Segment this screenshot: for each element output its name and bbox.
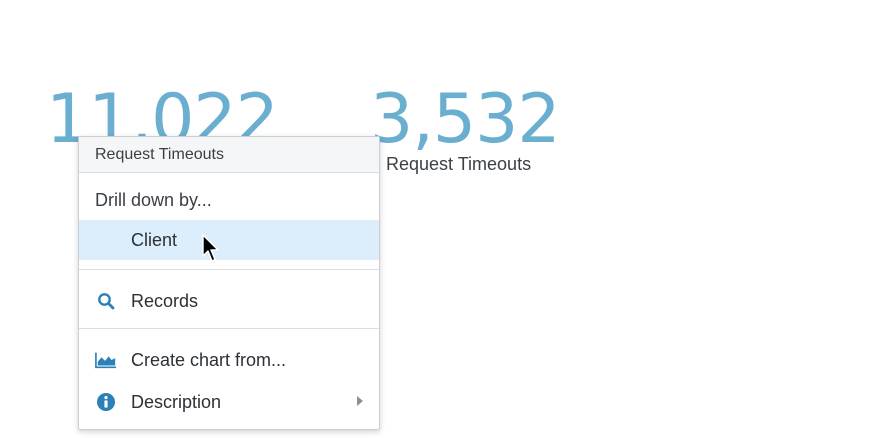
menu-item-client[interactable]: Client (79, 220, 379, 260)
menu-item-create-chart-label: Create chart from... (131, 349, 287, 370)
info-icon (95, 391, 117, 413)
dashboard-canvas: 11,022 3,532 Request Timeouts Request Ti… (0, 0, 890, 438)
drill-down-label: Drill down by... (95, 190, 212, 210)
menu-divider (79, 328, 379, 329)
metric-value-secondary[interactable]: 3,532 (370, 86, 561, 154)
area-chart-icon (95, 349, 117, 371)
menu-item-client-label: Client (131, 229, 178, 250)
search-icon (95, 290, 117, 312)
menu-item-records[interactable]: Records (79, 281, 379, 321)
menu-item-create-chart[interactable]: Create chart from... (79, 340, 379, 380)
context-menu-header: Request Timeouts (79, 137, 379, 173)
menu-item-records-label: Records (131, 290, 199, 311)
context-menu: Request Timeouts Drill down by... Client… (78, 136, 380, 430)
submenu-arrow-icon (357, 396, 363, 406)
metric-label-secondary: Request Timeouts (386, 154, 532, 174)
menu-divider (79, 269, 379, 270)
menu-item-description[interactable]: Description (79, 382, 379, 422)
mouse-pointer-icon (202, 234, 220, 264)
menu-item-description-label: Description (131, 391, 222, 412)
